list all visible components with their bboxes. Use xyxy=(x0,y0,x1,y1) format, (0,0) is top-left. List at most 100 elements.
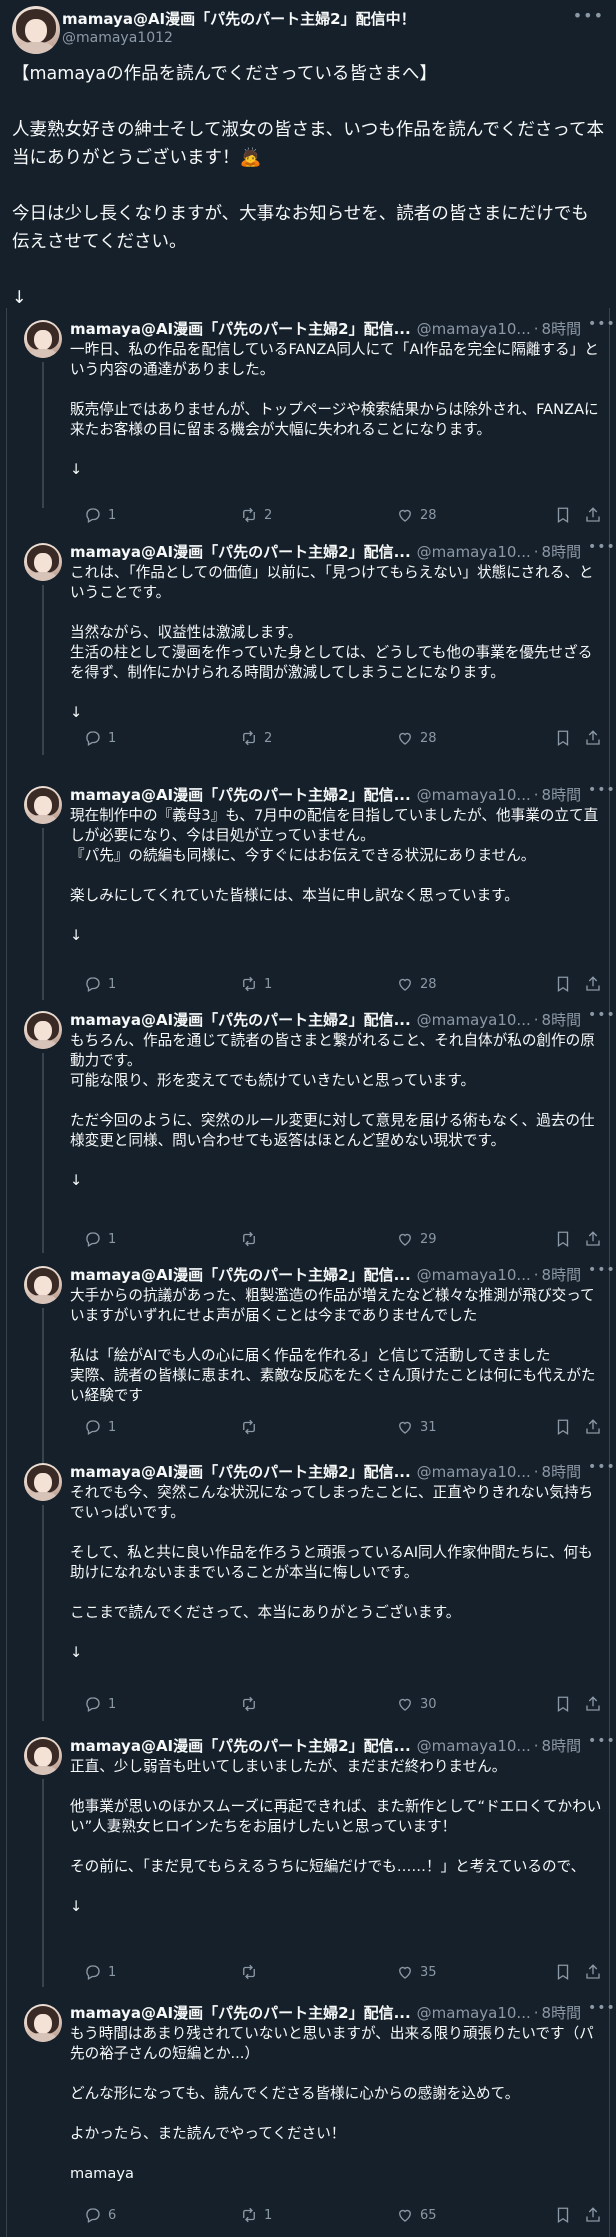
author-name[interactable]: mamaya@AI漫画「パ先のパート主婦2」配信... xyxy=(70,1463,411,1481)
timestamp[interactable]: 8時間 xyxy=(542,1266,582,1284)
reply-button[interactable]: 1 xyxy=(84,1693,116,1715)
share-button[interactable] xyxy=(584,1228,602,1250)
retweet-button[interactable]: 1 xyxy=(240,973,272,995)
avatar[interactable] xyxy=(24,1266,62,1304)
more-icon[interactable]: ••• xyxy=(588,1459,616,1475)
like-button[interactable]: 35 xyxy=(396,1961,437,1983)
reply-post[interactable]: mamaya@AI漫画「パ先のパート主婦2」配信... @mamaya10... ·… xyxy=(12,778,615,1000)
share-button[interactable] xyxy=(584,973,602,995)
author-name[interactable]: mamaya@AI漫画「パ先のパート主婦2」配信... xyxy=(70,786,411,804)
reply-post[interactable]: mamaya@AI漫画「パ先のパート主婦2」配信... @mamaya10... ·… xyxy=(12,1455,615,1721)
bookmark-button[interactable] xyxy=(554,1416,572,1438)
avatar[interactable] xyxy=(24,543,62,581)
avatar[interactable] xyxy=(24,2004,62,2042)
reply-button[interactable]: 1 xyxy=(84,1961,116,1983)
bookmark-icon xyxy=(554,506,572,524)
avatar[interactable] xyxy=(24,1463,62,1501)
bookmark-button[interactable] xyxy=(554,1693,572,1715)
reply-post[interactable]: mamaya@AI漫画「パ先のパート主婦2」配信... @mamaya10... ·… xyxy=(12,535,615,755)
author-name[interactable]: mamaya@AI漫画「パ先のパート主婦2」配信中！ xyxy=(62,8,416,29)
retweet-button[interactable] xyxy=(240,1961,264,1983)
author-handle[interactable]: @mamaya10... xyxy=(417,786,531,804)
more-icon[interactable]: ••• xyxy=(588,782,616,798)
retweet-button[interactable]: 1 xyxy=(240,2204,272,2226)
timestamp[interactable]: 8時間 xyxy=(542,786,582,804)
heart-icon xyxy=(396,975,414,993)
reply-icon xyxy=(84,1963,102,1981)
share-button[interactable] xyxy=(584,1416,602,1438)
reply-post[interactable]: mamaya@AI漫画「パ先のパート主婦2」配信... @mamaya10... ·… xyxy=(12,1729,615,1987)
like-button[interactable]: 29 xyxy=(396,1228,437,1250)
like-button[interactable]: 65 xyxy=(396,2204,437,2226)
author-name[interactable]: mamaya@AI漫画「パ先のパート主婦2」配信... xyxy=(70,543,411,561)
author-name[interactable]: mamaya@AI漫画「パ先のパート主婦2」配信... xyxy=(70,2004,411,2022)
reply-post[interactable]: mamaya@AI漫画「パ先のパート主婦2」配信... @mamaya10... ·… xyxy=(12,312,615,528)
reply-text: もう時間はあまり残されていないと思いますが、出来る限り頑張りたいです（パ先の裕子… xyxy=(70,2025,594,2182)
bookmark-button[interactable] xyxy=(554,2204,572,2226)
author-handle[interactable]: @mamaya10... xyxy=(417,1266,531,1284)
like-button[interactable]: 28 xyxy=(396,973,437,995)
reply-button[interactable]: 1 xyxy=(84,727,116,749)
reply-post[interactable]: mamaya@AI漫画「パ先のパート主婦2」配信... @mamaya10... ·… xyxy=(12,1003,615,1253)
timestamp[interactable]: 8時間 xyxy=(542,1463,582,1481)
retweet-button[interactable]: 2 xyxy=(240,504,272,526)
retweet-button[interactable]: 2 xyxy=(240,727,272,749)
author-handle[interactable]: @mamaya10... xyxy=(417,1463,531,1481)
author-handle[interactable]: @mamaya10... xyxy=(417,543,531,561)
timestamp[interactable]: 8時間 xyxy=(542,320,582,338)
bookmark-button[interactable] xyxy=(554,727,572,749)
retweet-button[interactable] xyxy=(240,1693,264,1715)
share-icon xyxy=(584,1230,602,1248)
timestamp[interactable]: 8時間 xyxy=(542,543,582,561)
like-button[interactable]: 28 xyxy=(396,727,437,749)
author-name[interactable]: mamaya@AI漫画「パ先のパート主婦2」配信... xyxy=(70,320,411,338)
more-icon[interactable]: ••• xyxy=(588,1007,616,1023)
avatar[interactable] xyxy=(24,786,62,824)
timestamp[interactable]: 8時間 xyxy=(542,1011,582,1029)
reply-text: それでも今、突然こんな状況になってしまったことに、正直やりきれない気持ちでいっぱ… xyxy=(70,1484,594,1661)
bookmark-button[interactable] xyxy=(554,504,572,526)
author-name[interactable]: mamaya@AI漫画「パ先のパート主婦2」配信... xyxy=(70,1266,411,1284)
reply-button[interactable]: 1 xyxy=(84,973,116,995)
bookmark-button[interactable] xyxy=(554,1961,572,1983)
more-icon[interactable]: ••• xyxy=(588,1733,616,1749)
share-button[interactable] xyxy=(584,1693,602,1715)
more-icon[interactable]: ••• xyxy=(588,2000,616,2016)
avatar[interactable] xyxy=(12,6,60,54)
more-icon[interactable]: ••• xyxy=(588,316,616,332)
share-button[interactable] xyxy=(584,504,602,526)
reply-button[interactable]: 1 xyxy=(84,504,116,526)
share-button[interactable] xyxy=(584,727,602,749)
like-button[interactable]: 28 xyxy=(396,504,437,526)
bookmark-button[interactable] xyxy=(554,973,572,995)
like-button[interactable]: 30 xyxy=(396,1693,437,1715)
reply-icon xyxy=(84,1230,102,1248)
avatar[interactable] xyxy=(24,1737,62,1775)
author-handle[interactable]: @mamaya10... xyxy=(417,320,531,338)
author-handle[interactable]: @mamaya10... xyxy=(417,1011,531,1029)
bookmark-button[interactable] xyxy=(554,1228,572,1250)
reply-button[interactable]: 1 xyxy=(84,1228,116,1250)
share-button[interactable] xyxy=(584,2204,602,2226)
more-icon[interactable]: ••• xyxy=(588,539,616,555)
timestamp[interactable]: 8時間 xyxy=(542,1737,582,1755)
reply-button[interactable]: 6 xyxy=(84,2204,116,2226)
timestamp[interactable]: 8時間 xyxy=(542,2004,582,2022)
author-handle[interactable]: @mamaya10... xyxy=(417,2004,531,2022)
retweet-button[interactable] xyxy=(240,1416,264,1438)
avatar[interactable] xyxy=(24,1011,62,1049)
author-name[interactable]: mamaya@AI漫画「パ先のパート主婦2」配信... xyxy=(70,1011,411,1029)
reply-button[interactable]: 1 xyxy=(84,1416,116,1438)
author-handle[interactable]: @mamaya1012 xyxy=(62,30,173,46)
share-button[interactable] xyxy=(584,1961,602,1983)
reply-post[interactable]: mamaya@AI漫画「パ先のパート主婦2」配信... @mamaya10... ·… xyxy=(12,1258,615,1466)
more-icon[interactable]: ••• xyxy=(588,1262,616,1278)
author-name[interactable]: mamaya@AI漫画「パ先のパート主婦2」配信... xyxy=(70,1737,411,1755)
reply-text: これは、「作品としての価値」以前に、「見つけてもらえない」状態にされる、というこ… xyxy=(70,564,594,721)
avatar[interactable] xyxy=(24,320,62,358)
reply-post[interactable]: mamaya@AI漫画「パ先のパート主婦2」配信... @mamaya10... ·… xyxy=(12,1996,615,2228)
author-handle[interactable]: @mamaya10... xyxy=(417,1737,531,1755)
retweet-button[interactable] xyxy=(240,1228,264,1250)
like-button[interactable]: 31 xyxy=(396,1416,437,1438)
more-icon[interactable]: ••• xyxy=(573,6,604,25)
